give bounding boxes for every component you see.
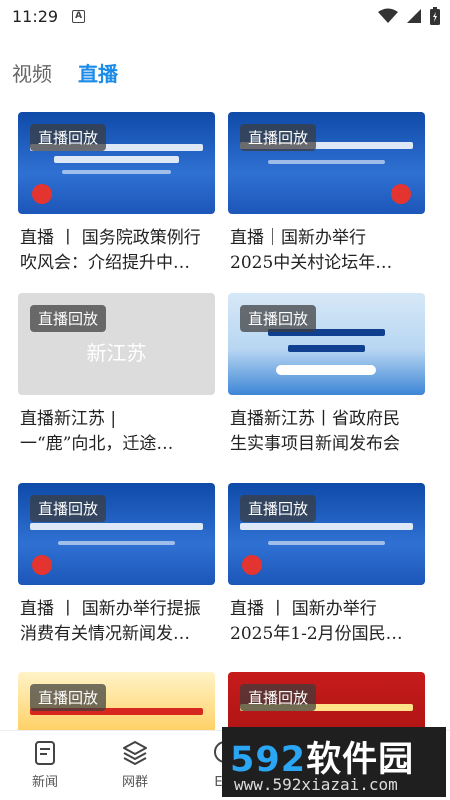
replay-badge: 直播回放 (30, 305, 107, 332)
replay-badge: 直播回放 (30, 495, 107, 522)
live-thumbnail: 直播回放 (228, 112, 425, 214)
card-title: 直播新江苏丨省政府民 生实事项目新闻发布会 (230, 409, 400, 454)
card-title: 直播 丨 国新办举行提振 消费有关情况新闻发… (20, 599, 201, 644)
logo-icon (242, 555, 262, 575)
logo-icon (391, 184, 411, 204)
news-doc-icon (35, 741, 55, 765)
replay-badge: 直播回放 (30, 684, 107, 711)
replay-badge: 直播回放 (240, 124, 317, 151)
signal-icon (407, 9, 421, 23)
replay-badge: 直播回放 (240, 495, 317, 522)
live-thumbnail: 新江苏 直播回放 (18, 293, 215, 395)
logo-icon (32, 184, 52, 204)
watermark-url: www.592xiazai.com (234, 775, 398, 794)
live-thumbnail: 直播回放 (18, 483, 215, 585)
card-title: 直播｜国新办举行 2025中关村论坛年… (230, 228, 393, 273)
wifi-icon (378, 8, 398, 23)
nav-label: 网群 (121, 775, 148, 790)
notification-a-icon: A (72, 9, 86, 23)
nav-label: 新闻 (31, 775, 58, 790)
replay-badge: 直播回放 (240, 684, 317, 711)
thumb-caption: 新江苏 (86, 341, 147, 365)
status-time: 11:29 (12, 6, 59, 26)
live-thumbnail: 直播回放 (228, 293, 425, 395)
tab-video[interactable]: 视频 (12, 58, 52, 87)
tab-live[interactable]: 直播 (78, 58, 118, 87)
logo-icon (32, 555, 52, 575)
nav-item-news[interactable]: 新闻 (0, 731, 90, 800)
card-title: 直播 丨 国新办举行 2025年1-2月份国民… (230, 599, 403, 644)
card-title: 直播新江苏 | 一“鹿”向北，迁途… (20, 409, 174, 454)
live-thumbnail: 直播回放 (18, 112, 215, 214)
content-tabs: 视频 直播 (12, 58, 118, 87)
card-title: 直播 丨 国务院政策例行 吹风会：介绍提升中… (20, 228, 201, 273)
battery-icon (430, 7, 440, 25)
nav-item-network-group[interactable]: 网群 (90, 731, 180, 800)
replay-badge: 直播回放 (240, 305, 317, 332)
replay-badge: 直播回放 (30, 124, 107, 151)
status-bar: 11:29 A (0, 0, 450, 32)
live-thumbnail: 直播回放 (228, 483, 425, 585)
status-icons (378, 7, 440, 25)
layers-icon (123, 741, 147, 765)
watermark-logo: 592软件园 www.592xiazai.com (222, 727, 446, 797)
